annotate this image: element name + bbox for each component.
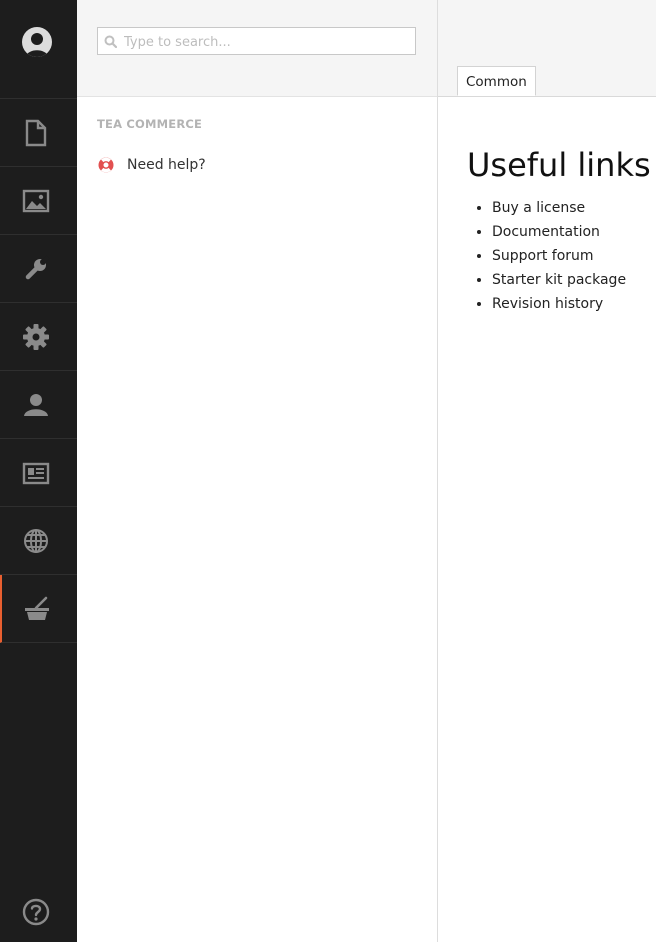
section-media[interactable] bbox=[0, 167, 77, 235]
useful-links-list: Buy a license Documentation Support foru… bbox=[467, 196, 626, 316]
user-avatar-icon bbox=[26, 33, 48, 57]
search-input[interactable] bbox=[122, 32, 412, 52]
link-buy-license[interactable]: Buy a license bbox=[492, 196, 626, 220]
image-icon bbox=[22, 189, 50, 213]
editor-panel: Common Useful links Buy a license Docume… bbox=[438, 0, 656, 942]
section-tea-commerce[interactable] bbox=[0, 575, 77, 643]
globe-icon bbox=[24, 529, 48, 553]
section-members[interactable] bbox=[0, 439, 77, 507]
gear-icon bbox=[23, 324, 49, 350]
editor-header: Common bbox=[438, 0, 656, 97]
section-users[interactable] bbox=[0, 371, 77, 439]
tree-node-need-help[interactable]: Need help? bbox=[97, 154, 206, 176]
section-developer[interactable] bbox=[0, 303, 77, 371]
question-mark-icon bbox=[22, 898, 50, 926]
search-icon bbox=[104, 35, 117, 48]
avatar[interactable] bbox=[22, 27, 52, 57]
link-starter-kit[interactable]: Starter kit package bbox=[492, 268, 626, 292]
lifebuoy-icon bbox=[98, 157, 114, 173]
id-card-icon bbox=[22, 462, 50, 485]
page-heading: Useful links bbox=[467, 146, 651, 184]
section-content[interactable] bbox=[0, 99, 77, 167]
tab-common[interactable]: Common bbox=[457, 66, 536, 96]
avatar-area bbox=[0, 0, 77, 99]
search-box[interactable] bbox=[97, 27, 416, 55]
user-icon bbox=[24, 394, 48, 416]
help-button[interactable] bbox=[22, 898, 50, 930]
link-documentation[interactable]: Documentation bbox=[492, 220, 626, 244]
tree-title: TEA COMMERCE bbox=[97, 117, 203, 131]
link-revision-history[interactable]: Revision history bbox=[492, 292, 626, 316]
link-support-forum[interactable]: Support forum bbox=[492, 244, 626, 268]
section-translation[interactable] bbox=[0, 507, 77, 575]
document-icon bbox=[25, 119, 47, 147]
tree-header bbox=[77, 0, 437, 97]
wrench-icon bbox=[25, 255, 50, 280]
section-settings[interactable] bbox=[0, 235, 77, 303]
basket-icon bbox=[25, 596, 49, 620]
section-rail bbox=[0, 0, 77, 942]
tree-node-label: Need help? bbox=[127, 157, 206, 173]
tree-panel: TEA COMMERCE Need help? bbox=[77, 0, 438, 942]
